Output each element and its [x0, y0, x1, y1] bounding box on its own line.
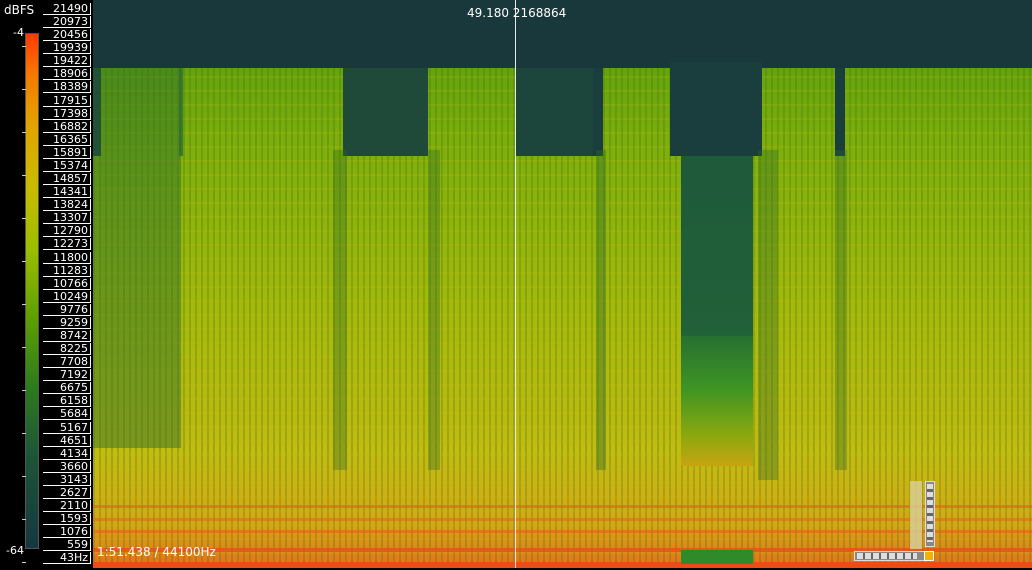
frequency-tick-label: 9776	[43, 303, 91, 316]
frequency-tick-label: 3143	[43, 473, 91, 486]
colorbar-tick	[22, 175, 26, 176]
level-panel	[910, 481, 922, 549]
db-min-label: -64	[6, 544, 24, 557]
frequency-tick-label: 19422	[43, 55, 91, 68]
frequency-tick-label: 15891	[43, 146, 91, 159]
colorbar-tick	[22, 304, 26, 305]
frequency-tick-label: 10766	[43, 277, 91, 290]
time-samplerate-readout: 1:51.438 / 44100Hz	[97, 545, 216, 559]
frequency-tick-label: 7708	[43, 356, 91, 369]
frequency-tick-label: 559	[43, 539, 91, 552]
colorbar-tick	[22, 218, 26, 219]
horizontal-zoom-scrollbar[interactable]	[854, 551, 928, 561]
db-legend: dBFS -4 -64	[0, 0, 42, 570]
frequency-tick-label: 5167	[43, 421, 91, 434]
time-cursor-line[interactable]	[515, 0, 516, 568]
frequency-tick-label: 11800	[43, 251, 91, 264]
frequency-tick-label: 21490	[43, 3, 91, 15]
frequency-tick-label: 4134	[43, 447, 91, 460]
colorbar-tick	[22, 46, 26, 47]
frequency-tick-label: 17915	[43, 94, 91, 107]
frequency-tick-label: 43Hz	[43, 552, 91, 565]
frequency-tick-label: 18389	[43, 81, 91, 94]
frequency-tick-label: 12273	[43, 238, 91, 251]
frequency-tick-label: 8742	[43, 330, 91, 342]
colorbar-tick	[22, 132, 26, 133]
db-max-label: -4	[13, 26, 24, 39]
vertical-zoom-scrollbar[interactable]	[925, 481, 935, 547]
colorbar-tick	[22, 519, 26, 520]
frequency-tick-label: 17398	[43, 107, 91, 120]
colorbar-tick	[22, 476, 26, 477]
frequency-tick-label: 1593	[43, 513, 91, 526]
frequency-tick-label: 11283	[43, 264, 91, 277]
frequency-tick-label: 1076	[43, 526, 91, 539]
frequency-tick-label: 14857	[43, 173, 91, 186]
frequency-tick-label: 18906	[43, 68, 91, 81]
frequency-tick-label: 3660	[43, 460, 91, 473]
colorbar-tick	[22, 433, 26, 434]
frequency-tick-label: 14341	[43, 186, 91, 199]
frequency-tick-label: 9259	[43, 316, 91, 329]
colorbar-tick	[22, 390, 26, 391]
frequency-tick-label: 20456	[43, 29, 91, 42]
colorbar-tick	[22, 562, 26, 563]
frequency-tick-label: 6158	[43, 395, 91, 408]
frequency-axis: 21490 20973 20456 19939 19422 18906 18389 17915…	[43, 0, 93, 570]
frequency-tick-label: 7192	[43, 369, 91, 382]
frequency-tick-label: 8225	[43, 343, 91, 356]
frequency-tick-label: 6675	[43, 382, 91, 395]
frequency-tick-label: 5684	[43, 408, 91, 421]
colorbar-tick	[22, 261, 26, 262]
frequency-tick-label: 10249	[43, 290, 91, 303]
horizontal-scroll-thumb[interactable]	[857, 553, 917, 559]
frequency-tick-label: 20973	[43, 16, 91, 29]
colorbar-tick	[22, 347, 26, 348]
dbfs-unit-label: dBFS	[4, 3, 35, 17]
db-colorbar	[25, 33, 39, 549]
frequency-tick-label: 19939	[43, 42, 91, 55]
frequency-tick-label: 13307	[43, 212, 91, 225]
zoom-handle-icon[interactable]	[924, 551, 934, 561]
vertical-scroll-thumb[interactable]	[927, 484, 933, 542]
cursor-readout: 49.180 2168864	[467, 6, 567, 20]
spectrogram-image	[93, 0, 1032, 568]
frequency-tick-label: 16365	[43, 133, 91, 146]
frequency-tick-label: 15374	[43, 159, 91, 172]
frequency-tick-label: 4651	[43, 434, 91, 447]
frequency-tick-label: 2627	[43, 486, 91, 499]
spectrogram-view[interactable]: 49.180 2168864 1:51.438 / 44100Hz	[93, 0, 1032, 568]
frequency-tick-label: 2110	[43, 500, 91, 513]
frequency-tick-label: 13824	[43, 199, 91, 212]
colorbar-tick	[22, 89, 26, 90]
frequency-tick-label: 12790	[43, 225, 91, 238]
frequency-tick-label: 16882	[43, 120, 91, 133]
